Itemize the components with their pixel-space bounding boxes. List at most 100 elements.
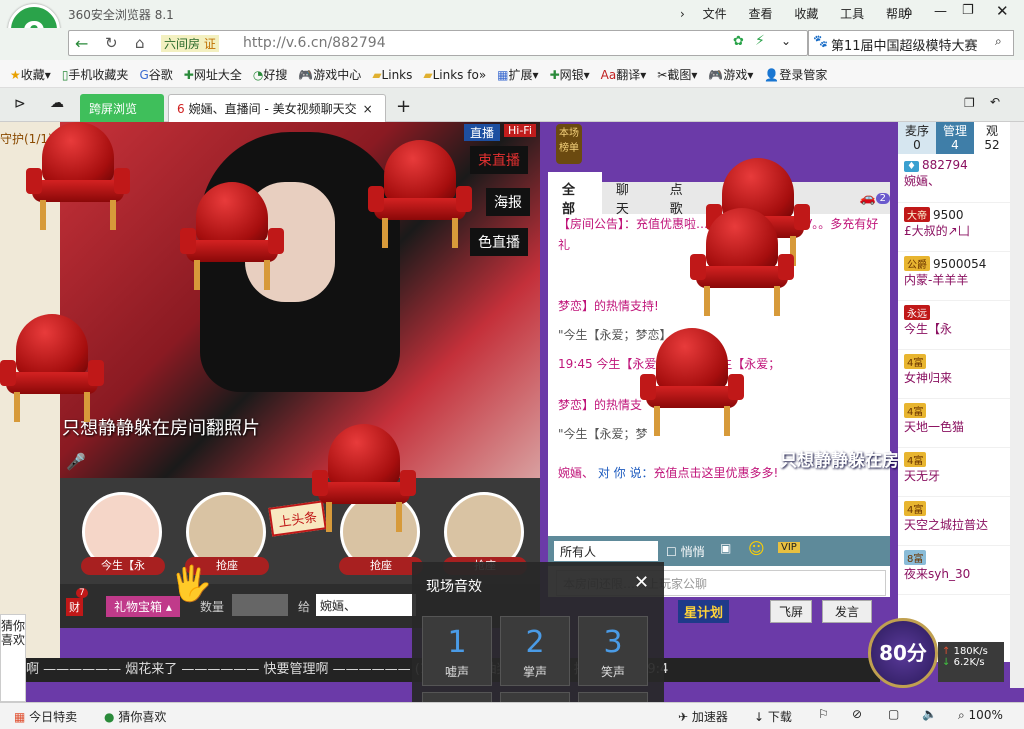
chair-decoration <box>368 140 472 250</box>
home-icon[interactable]: ⌂ <box>135 34 145 52</box>
effect-key-6[interactable]: 6 <box>578 692 648 702</box>
search-input[interactable]: 第11届中国超级模特大赛 <box>831 35 991 54</box>
send-button[interactable]: 发言 <box>822 600 873 623</box>
viewer-item[interactable]: 4富 天无牙 <box>898 448 1010 497</box>
live-room: 守护(1/1) 直播 Hi-Fi 束直播 海报 色直播 只想静静躲在房间翻照片 … <box>0 122 1024 702</box>
viewer-item[interactable]: 8富 夜来syh_30 <box>898 546 1010 595</box>
viewer-item[interactable]: 4富 天地一色猫 <box>898 399 1010 448</box>
fav-google[interactable]: G 谷歌 <box>139 66 172 83</box>
menu-tools[interactable]: 工具 <box>840 5 864 22</box>
quantity-input[interactable] <box>232 594 288 616</box>
search-engine-icon[interactable]: 🐾 <box>813 34 828 48</box>
fly-screen-button[interactable]: 飞屏 <box>770 600 813 623</box>
give-to-select[interactable]: 婉婳、 <box>316 594 416 616</box>
effect-key-4[interactable]: 4 <box>422 692 492 702</box>
site-badge[interactable]: 六间房 证 <box>161 35 219 52</box>
car-icon[interactable]: 🚗 <box>859 191 875 206</box>
effect-key-laugh[interactable]: 3 笑声 <box>578 616 648 686</box>
volume-icon[interactable]: 🔈 <box>922 707 937 721</box>
seat-occupied[interactable]: 今生【永 <box>81 492 165 575</box>
fav-links-fo[interactable]: ▰ Links fo » <box>423 66 486 83</box>
ext-screenshot[interactable]: ✂ 截图 ▾ <box>657 66 697 83</box>
viewer-item[interactable]: 大帝 9500 £大叔的↗凵 <box>898 203 1010 252</box>
image-icon[interactable]: ▣ <box>720 541 731 555</box>
dropdown-icon[interactable]: ⌄ <box>781 34 791 48</box>
maximize-icon[interactable]: ❐ <box>962 3 974 18</box>
minimize-icon[interactable]: — <box>934 4 947 19</box>
hifi-label: Hi-Fi <box>504 124 536 137</box>
rank-list-button[interactable]: 本场榜单 <box>556 124 582 164</box>
ext-extend[interactable]: ▦ 扩展 ▾ <box>497 66 538 83</box>
guess-like-link[interactable]: ● 猜你喜欢 <box>104 708 166 725</box>
speed-score-widget[interactable]: 80分 <box>868 618 938 688</box>
ext-translate[interactable]: Aa 翻译 ▾ <box>601 66 647 83</box>
menu-favorites[interactable]: 收藏 <box>794 5 818 22</box>
viewer-item[interactable]: 4富 女神归来 <box>898 350 1010 399</box>
wealth-count: 7 <box>76 588 88 598</box>
ext-login[interactable]: 👤 登录管家 <box>764 66 827 83</box>
guess-side-tab[interactable]: 猜你喜欢 <box>0 614 26 702</box>
speed-icon[interactable]: ⚡ <box>755 33 765 49</box>
menu-file[interactable]: 文件 <box>703 5 727 22</box>
new-tab-button[interactable]: + <box>396 96 411 117</box>
tab-close-icon[interactable]: × <box>363 102 373 116</box>
tab-list-icon[interactable]: ❐ <box>964 96 975 110</box>
ext-games[interactable]: 🎮 游戏 ▾ <box>708 66 753 83</box>
fav-collect[interactable]: ★ 收藏 ▾ <box>10 66 51 83</box>
gift-box-button[interactable]: 礼物宝箱 ▴ <box>106 596 180 617</box>
fav-mobile[interactable]: ▯ 手机收藏夹 <box>62 66 129 83</box>
viewer-item[interactable]: 永远 今生【永 <box>898 301 1010 350</box>
ext-bank[interactable]: ✚ 网银 ▾ <box>550 66 590 83</box>
viewer-item[interactable]: 公爵 9500054 内蒙-羊羊羊 <box>898 252 1010 301</box>
poster-button[interactable]: 海报 <box>486 188 530 216</box>
flag-icon[interactable]: ⚐ <box>818 707 829 721</box>
security-icon[interactable]: ✿ <box>733 34 744 49</box>
close-popup-icon[interactable]: ✕ <box>634 572 649 593</box>
url-text[interactable]: http://v.6.cn/882794 <box>243 35 386 51</box>
tab-mic-queue[interactable]: 麦序 0 <box>898 122 936 154</box>
tab-cross-screen[interactable]: 跨屏浏览 <box>80 94 164 122</box>
vip-icon[interactable]: VIP <box>778 542 800 553</box>
emoji-icon[interactable]: ☺ <box>748 539 765 558</box>
search-box[interactable]: 🐾 第11届中国超级模特大赛 ⌕ <box>808 30 1014 56</box>
menu-view[interactable]: 查看 <box>748 5 772 22</box>
star-plan-banner[interactable]: 星计划 <box>678 600 730 623</box>
close-icon[interactable]: ✕ <box>996 2 1009 20</box>
compat-icon[interactable]: ⊘ <box>852 707 862 721</box>
fav-links[interactable]: ▰ Links <box>372 66 412 83</box>
address-bar[interactable]: ← ↻ ⌂ 六间房 证 http://v.6.cn/882794 ✿ ⚡ ⌄ <box>68 30 808 56</box>
tab-active[interactable]: 6 婉婳、直播间 - 美女视频聊天交 × <box>168 94 386 122</box>
wealth-badge[interactable]: 财 <box>66 598 83 616</box>
fav-games[interactable]: 🎮 游戏中心 <box>298 66 361 83</box>
end-live-button[interactable]: 束直播 <box>470 146 528 174</box>
viewer-item[interactable]: 4富 天空之城拉普达 <box>898 497 1010 546</box>
effect-key-boo[interactable]: 1 嘘声 <box>422 616 492 686</box>
effect-key-applause[interactable]: 2 掌声 <box>500 616 570 686</box>
vertical-scrollbar[interactable] <box>1010 122 1024 688</box>
effect-key-5[interactable]: 5 <box>500 692 570 702</box>
window-icon[interactable]: ▢ <box>888 707 899 721</box>
download-button[interactable]: ↓ 下载 <box>754 708 792 725</box>
sidebar-toggle-icon[interactable]: ⊳ <box>14 96 26 112</box>
refresh-icon[interactable]: ↻ <box>105 34 118 52</box>
undo-close-icon[interactable]: ↶ <box>990 95 1000 109</box>
back-icon[interactable]: ← <box>75 34 88 53</box>
pin-icon[interactable]: ⌂ <box>904 4 912 19</box>
tab-admin[interactable]: 管理 4 <box>936 122 974 154</box>
search-icon[interactable]: ⌕ <box>995 34 1002 49</box>
chair-decoration <box>312 424 416 534</box>
zoom-level[interactable]: ⌕ 100% <box>958 708 1003 723</box>
tab-audience[interactable]: 观 52 <box>974 122 1010 154</box>
cloud-icon[interactable]: ☁ <box>50 95 64 111</box>
fav-haosou[interactable]: ◔ 好搜 <box>253 66 288 83</box>
mic-icon[interactable]: 🎤 <box>66 452 86 471</box>
seat-empty-3[interactable]: 抢座 <box>443 492 527 575</box>
seat-empty-1[interactable]: 抢座 <box>185 492 269 575</box>
chat-target-select[interactable]: 所有人 <box>554 541 658 561</box>
color-live-button[interactable]: 色直播 <box>470 228 528 256</box>
fav-hao[interactable]: ✚ 网址大全 <box>184 66 242 83</box>
viewer-item[interactable]: ♦ 882794 婉婳、 <box>898 154 1010 203</box>
private-checkbox[interactable]: ☐ 悄悄 <box>666 543 705 560</box>
accelerator-button[interactable]: ✈ 加速器 <box>678 708 728 725</box>
today-deals-link[interactable]: ▦ 今日特卖 <box>14 708 77 725</box>
